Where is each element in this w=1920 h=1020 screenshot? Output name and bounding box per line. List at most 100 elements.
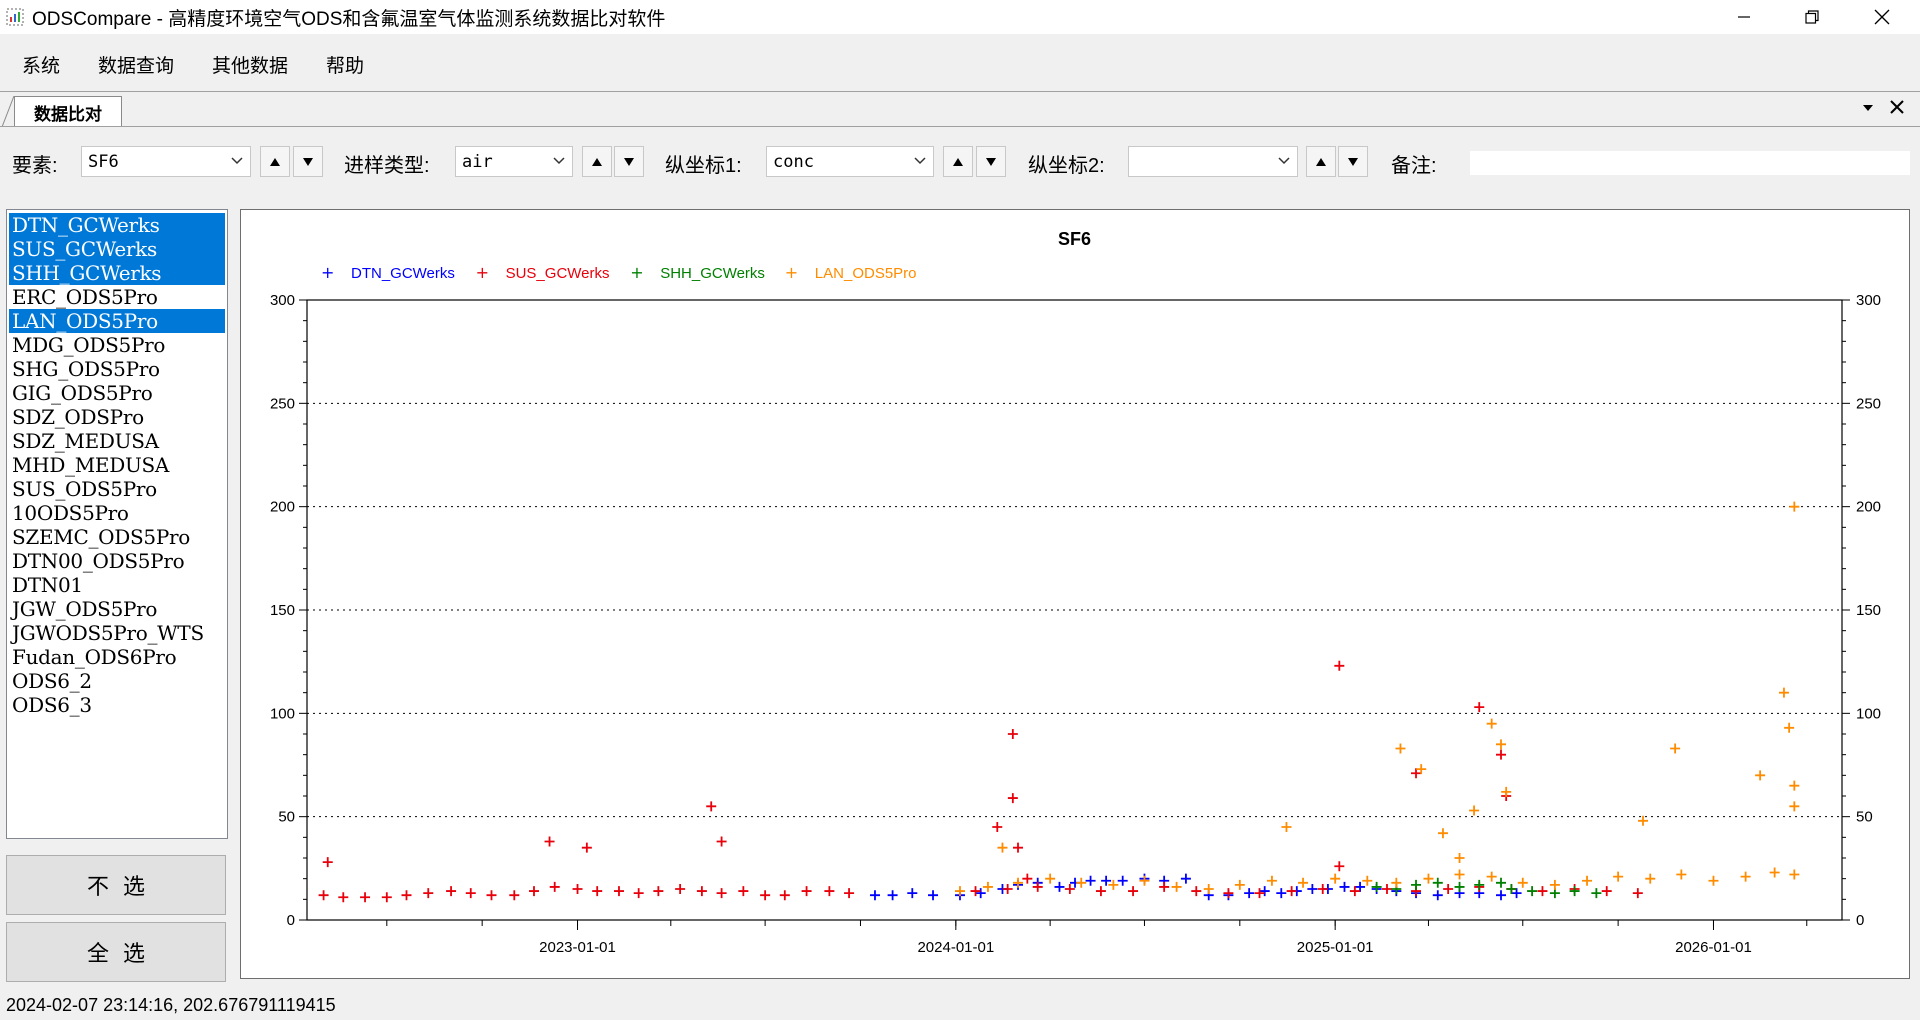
y1-prev-button[interactable]	[943, 146, 973, 177]
station-list-item[interactable]: 10ODS5Pro	[9, 501, 225, 525]
data-point	[1537, 886, 1548, 897]
data-point	[1784, 722, 1795, 733]
data-point	[1334, 861, 1345, 872]
station-list-item[interactable]: SDZ_ODSPro	[9, 405, 225, 429]
data-point	[1171, 881, 1182, 892]
data-point	[486, 890, 497, 901]
station-list-item[interactable]: SHH_GCWerks	[9, 261, 225, 285]
deselect-all-button[interactable]: 不选	[6, 855, 226, 915]
station-list-item[interactable]: SHG_ODS5Pro	[9, 357, 225, 381]
station-list-item[interactable]: GIG_ODS5Pro	[9, 381, 225, 405]
station-list-item[interactable]: MHD_MEDUSA	[9, 453, 225, 477]
note-input[interactable]	[1470, 151, 1910, 175]
station-listbox[interactable]: DTN_GCWerks SUS_GCWerks SHH_GCWerks ERC_ODS…	[6, 209, 228, 839]
menu-other-data[interactable]: 其他数据	[196, 51, 304, 78]
plot-frame	[306, 299, 1843, 921]
tab-close-button[interactable]	[1890, 98, 1904, 119]
menu-bar: 系统 数据查询 其他数据 帮助	[0, 44, 1920, 84]
station-list-item[interactable]: JGW_ODS5Pro	[9, 597, 225, 621]
station-list-item[interactable]: LAN_ODS5Pro	[9, 309, 225, 333]
y2-select[interactable]	[1128, 146, 1298, 177]
caret-down-icon	[1863, 105, 1873, 111]
menu-system[interactable]: 系统	[6, 51, 76, 78]
data-point	[1317, 884, 1328, 894]
legend-item: + SUS_GCWerks	[476, 263, 610, 282]
menu-data-query[interactable]: 数据查询	[82, 51, 190, 78]
data-point	[1395, 743, 1406, 754]
select-all-button[interactable]: 全选	[6, 922, 226, 982]
data-point	[1022, 873, 1033, 884]
station-list-item[interactable]: SDZ_MEDUSA	[9, 429, 225, 453]
series-lan-ods5pro	[954, 501, 1800, 897]
y2-prev-button[interactable]	[1306, 146, 1336, 177]
chevron-down-icon	[553, 157, 565, 165]
data-point	[1002, 884, 1013, 894]
data-point	[1085, 875, 1096, 886]
data-point	[633, 888, 644, 899]
station-list-item[interactable]: SZEMC_ODS5Pro	[9, 525, 225, 549]
tab-data-compare[interactable]: 数据比对	[14, 96, 122, 127]
data-point	[760, 890, 771, 901]
y-tick-label-right: 200	[1856, 499, 1881, 516]
y-tick-label-right: 50	[1856, 809, 1873, 826]
sample-type-select[interactable]: air	[455, 146, 573, 177]
station-list-item[interactable]: MDG_ODS5Pro	[9, 333, 225, 357]
sf6-scatter-chart[interactable]: SF6+ DTN_GCWerks + SUS_GCWerks + SHH_GCWerks +…	[241, 210, 1909, 978]
sample-type-next-button[interactable]	[614, 146, 644, 177]
data-point	[1334, 660, 1345, 671]
legend-item: + LAN_ODS5Pro	[785, 263, 917, 282]
data-point	[1128, 886, 1139, 897]
data-point	[318, 890, 329, 901]
station-list-item[interactable]: ODS6_3	[9, 693, 225, 717]
menu-help[interactable]: 帮助	[310, 51, 380, 78]
data-point	[549, 881, 560, 892]
legend-marker: +	[785, 263, 798, 282]
tab-menu-dropdown[interactable]	[1862, 98, 1874, 119]
data-point	[1180, 873, 1191, 884]
restore-icon	[1805, 10, 1819, 24]
data-point	[544, 836, 555, 847]
station-list-item[interactable]: ERC_ODS5Pro	[9, 285, 225, 309]
data-point	[1740, 871, 1751, 882]
data-point	[1613, 871, 1624, 882]
station-list-item[interactable]: DTN01	[9, 573, 225, 597]
restore-button[interactable]	[1782, 0, 1842, 34]
y2-next-button[interactable]	[1338, 146, 1368, 177]
app-icon	[6, 8, 24, 26]
triangle-up-icon	[1316, 157, 1326, 166]
station-list-item[interactable]: SUS_ODS5Pro	[9, 477, 225, 501]
data-point	[1496, 890, 1506, 901]
element-next-button[interactable]	[293, 146, 323, 177]
data-point	[1638, 815, 1648, 826]
y-tick-label-right: 300	[1856, 292, 1881, 309]
data-point	[1432, 877, 1443, 888]
data-point	[1670, 743, 1681, 754]
data-point	[992, 822, 1003, 832]
station-list-item[interactable]: DTN_GCWerks	[9, 213, 225, 237]
data-point	[1517, 877, 1528, 888]
sample-type-prev-button[interactable]	[582, 146, 612, 177]
station-list-item[interactable]: SUS_GCWerks	[9, 237, 225, 261]
data-point	[1755, 770, 1766, 781]
minimize-button[interactable]	[1714, 0, 1774, 34]
data-point	[1486, 871, 1497, 882]
data-point	[928, 890, 939, 901]
data-point	[1474, 702, 1485, 713]
station-list-item[interactable]: JGWODS5Pro_WTS	[9, 621, 225, 645]
legend-label: SUS_GCWerks	[506, 265, 610, 282]
station-list-item[interactable]: DTN00_ODS5Pro	[9, 549, 225, 573]
close-button[interactable]	[1852, 0, 1912, 34]
element-prev-button[interactable]	[260, 146, 290, 177]
data-point	[975, 888, 986, 899]
y1-select[interactable]: conc	[766, 146, 934, 177]
chevron-down-icon	[914, 157, 926, 165]
data-point	[716, 836, 727, 847]
triangle-down-icon	[303, 157, 313, 166]
chevron-down-icon	[231, 157, 243, 165]
station-list-item[interactable]: ODS6_2	[9, 669, 225, 693]
data-point	[1769, 867, 1780, 878]
element-select[interactable]: SF6	[81, 146, 251, 177]
station-list-item[interactable]: Fudan_ODS6Pro	[9, 645, 225, 669]
legend-marker: +	[321, 263, 334, 282]
y1-next-button[interactable]	[976, 146, 1006, 177]
